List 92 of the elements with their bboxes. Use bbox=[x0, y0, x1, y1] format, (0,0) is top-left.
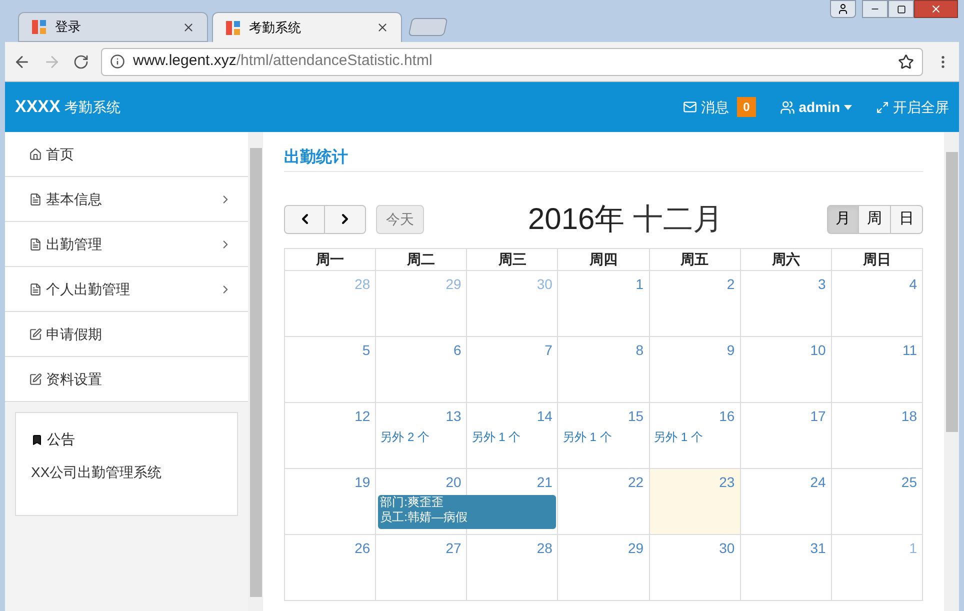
day-number: 18 bbox=[901, 407, 918, 426]
menu-item-icon bbox=[29, 148, 42, 160]
system-name: 考勤系统 bbox=[64, 98, 120, 116]
more-events-link[interactable]: 另外 1 个 bbox=[467, 428, 558, 446]
more-events-link[interactable]: 另外 1 个 bbox=[650, 428, 741, 446]
day-number: 17 bbox=[810, 407, 827, 426]
day-number: 29 bbox=[446, 275, 462, 294]
notice-title: 公告 bbox=[47, 430, 75, 449]
day-number: 26 bbox=[354, 539, 372, 558]
window-close-button[interactable] bbox=[914, 0, 958, 18]
day-number: 1 bbox=[909, 539, 918, 558]
profile-button[interactable] bbox=[830, 0, 856, 18]
notice-text: XX公司出勤管理系统 bbox=[31, 463, 163, 482]
view-tab[interactable]: 月 bbox=[827, 204, 859, 234]
event-bar[interactable]: 部门:爽歪歪 员工:韩婧—病假 bbox=[378, 495, 556, 529]
bookmark-icon bbox=[31, 434, 43, 446]
day-number: 30 bbox=[719, 539, 736, 558]
menu-item-icon bbox=[29, 372, 42, 386]
day-number: 3 bbox=[818, 275, 827, 294]
view-tab[interactable]: 日 bbox=[891, 204, 923, 234]
close-icon[interactable] bbox=[182, 20, 195, 34]
caret-icon bbox=[844, 104, 852, 110]
day-number: 28 bbox=[536, 539, 554, 558]
brand-name: XXXX bbox=[15, 96, 60, 118]
favicon-icon bbox=[31, 19, 47, 35]
more-events-link[interactable]: 另外 2 个 bbox=[376, 428, 468, 446]
messages-link[interactable]: 消息 0 bbox=[683, 96, 756, 118]
info-icon bbox=[110, 54, 125, 69]
restore-icon bbox=[896, 4, 906, 14]
day-number: 24 bbox=[810, 473, 827, 492]
day-number: 28 bbox=[354, 275, 372, 294]
browser-tab[interactable]: 登录 bbox=[18, 12, 208, 42]
person-icon bbox=[837, 3, 849, 15]
day-number: 27 bbox=[446, 539, 462, 558]
day-number: 7 bbox=[544, 341, 554, 360]
menu-item-icon bbox=[29, 328, 42, 340]
more-events-link[interactable]: 另外 1 个 bbox=[558, 428, 650, 446]
day-number: 1 bbox=[636, 275, 645, 294]
day-number: 30 bbox=[536, 275, 554, 294]
day-number: 5 bbox=[362, 341, 372, 360]
next-button[interactable] bbox=[325, 204, 366, 234]
close-icon[interactable] bbox=[376, 21, 389, 34]
day-number: 16 bbox=[719, 407, 736, 426]
sidebar-item[interactable]: 申请假期 bbox=[5, 312, 248, 357]
day-number: 10 bbox=[810, 341, 827, 360]
url-text: www.legent.xyz/html/attendanceStatistic.html bbox=[133, 51, 434, 72]
mail-icon bbox=[683, 100, 698, 114]
day-number: 6 bbox=[453, 341, 462, 360]
address-field[interactable]: www.legent.xyz/html/attendanceStatistic.html bbox=[101, 48, 923, 76]
day-number: 23 bbox=[719, 473, 736, 492]
day-number: 13 bbox=[446, 407, 462, 426]
favicon-icon bbox=[225, 20, 241, 36]
previous-button[interactable] bbox=[284, 204, 325, 234]
tab-title: 考勤系统 bbox=[249, 18, 302, 37]
day-number: 21 bbox=[536, 473, 554, 492]
sidebar-item[interactable]: 首页 bbox=[5, 132, 248, 177]
sidebar-item[interactable]: 个人出勤管理 bbox=[5, 267, 248, 312]
day-number: 11 bbox=[902, 341, 918, 360]
day-number: 19 bbox=[354, 473, 372, 492]
day-number: 14 bbox=[536, 407, 554, 426]
menu-item-icon bbox=[29, 282, 42, 296]
calendar-title: 2016年 十二月 bbox=[528, 200, 724, 238]
day-number: 29 bbox=[628, 539, 645, 558]
users-icon bbox=[780, 100, 795, 114]
fullscreen-link[interactable]: 开启全屏 bbox=[876, 96, 949, 118]
menu-item-icon bbox=[29, 192, 42, 206]
day-number: 31 bbox=[810, 539, 827, 558]
day-number: 4 bbox=[909, 275, 918, 294]
tab-title: 登录 bbox=[55, 18, 82, 36]
expand-icon bbox=[876, 100, 889, 114]
menu-item-icon bbox=[29, 238, 42, 250]
browser-tab[interactable]: 考勤系统 bbox=[212, 12, 402, 42]
bookmark-star-icon[interactable] bbox=[898, 54, 914, 70]
sidebar-item[interactable]: 资料设置 bbox=[5, 357, 248, 402]
day-number: 8 bbox=[636, 341, 645, 360]
day-number: 20 bbox=[446, 473, 462, 492]
day-number: 25 bbox=[901, 473, 918, 492]
sidebar-item[interactable]: 出勤管理 bbox=[5, 222, 248, 267]
page-title: 出勤统计 bbox=[284, 149, 348, 166]
reload-icon[interactable] bbox=[73, 54, 89, 70]
sidebar-item[interactable]: 基本信息 bbox=[5, 177, 248, 222]
restore-button[interactable] bbox=[888, 0, 914, 18]
message-count-badge: 0 bbox=[737, 97, 756, 117]
close-icon bbox=[930, 3, 942, 15]
day-number: 15 bbox=[628, 407, 645, 426]
day-number: 12 bbox=[354, 407, 372, 426]
day-number: 9 bbox=[726, 341, 736, 360]
day-number: 22 bbox=[628, 473, 645, 492]
day-number: 2 bbox=[726, 275, 736, 294]
user-menu[interactable]: admin bbox=[780, 96, 852, 118]
today-button[interactable]: 今天 bbox=[376, 204, 424, 234]
view-tab[interactable]: 周 bbox=[859, 204, 891, 234]
